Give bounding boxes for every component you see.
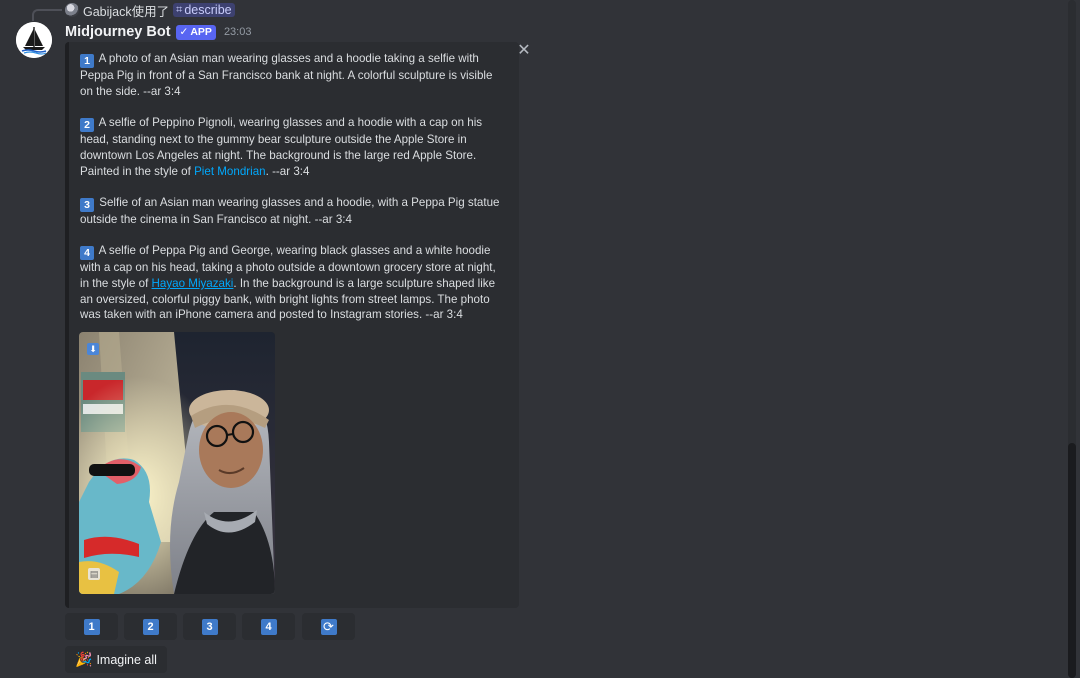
- keycap-3-icon: 3: [201, 618, 218, 635]
- message-timestamp: 23:03: [223, 26, 252, 38]
- reroll-button[interactable]: ⟳: [302, 613, 355, 640]
- describe-button-4[interactable]: 4: [242, 613, 295, 640]
- scrollbar-thumb[interactable]: [1068, 443, 1076, 678]
- reply-action: 使用了: [131, 4, 170, 19]
- describe-button-3[interactable]: 3: [183, 613, 236, 640]
- selfie-image[interactable]: ⬇ ▤: [79, 332, 275, 594]
- description-2: 2 A selfie of Peppino Pignoli, wearing g…: [80, 116, 483, 178]
- keycap-3-icon: 3: [80, 197, 94, 212]
- slash-command-mention[interactable]: ⌗ describe: [173, 3, 235, 17]
- document-icon[interactable]: ▤: [88, 568, 100, 580]
- describe-embed: ✕ 1 A photo of an Asian man wearing glas…: [65, 42, 531, 608]
- imagine-all-button[interactable]: 🎉 Imagine all: [65, 646, 167, 673]
- download-icon[interactable]: ⬇: [87, 343, 99, 355]
- party-popper-icon: 🎉: [75, 651, 93, 667]
- keycap-2-icon: 2: [80, 118, 94, 133]
- description-1: 1 A photo of an Asian man wearing glasse…: [80, 52, 493, 98]
- keycap-1-icon: 1: [80, 54, 94, 68]
- describe-button-1[interactable]: 1: [65, 613, 118, 640]
- description-4: 4 A selfie of Peppa Pig and George, wear…: [80, 244, 496, 322]
- close-icon[interactable]: ✕: [516, 42, 532, 60]
- selfie-photo-illustration: [79, 332, 275, 594]
- discord-chat-view: Gabijack使用了 ⌗ describe Midjourney Bot ✓ A…: [0, 0, 1080, 678]
- sailboat-icon: [16, 22, 52, 58]
- imagine-all-label: Imagine all: [96, 652, 157, 667]
- keycap-4-icon: 4: [80, 246, 94, 261]
- piet-mondrian-link[interactable]: Piet Mondrian: [194, 165, 266, 178]
- bot-username[interactable]: Midjourney Bot: [65, 24, 171, 40]
- bot-avatar[interactable]: [16, 22, 52, 58]
- slash-command-icon: ⌗: [176, 3, 183, 16]
- slash-command-name: describe: [184, 3, 232, 17]
- keycap-4-icon: 4: [260, 618, 277, 635]
- embed-descriptions: 1 A photo of an Asian man wearing glasse…: [80, 51, 500, 339]
- keycap-1-icon: 1: [83, 618, 100, 635]
- keycap-2-icon: 2: [142, 618, 159, 635]
- reply-reference[interactable]: Gabijack使用了 ⌗ describe: [65, 1, 235, 20]
- reply-username[interactable]: Gabijack使用了: [83, 1, 169, 20]
- refresh-icon: ⟳: [320, 618, 337, 635]
- describe-button-2[interactable]: 2: [124, 613, 177, 640]
- reply-user-avatar[interactable]: [65, 3, 79, 17]
- hayao-miyazaki-link[interactable]: Hayao Miyazaki: [152, 277, 234, 290]
- message-header: Midjourney Bot ✓ APP 23:03: [65, 22, 251, 42]
- checkmark-icon: ✓: [179, 26, 189, 38]
- description-3: 3 Selfie of an Asian man wearing glasses…: [80, 195, 500, 226]
- app-badge: ✓ APP: [175, 24, 216, 40]
- reply-spine: [32, 9, 62, 21]
